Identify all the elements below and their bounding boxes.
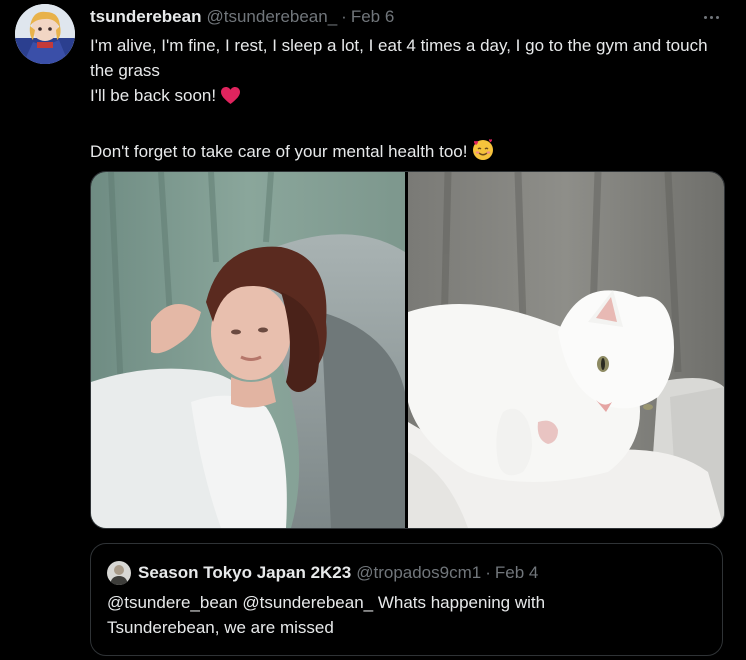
- tweet-text-line: Don't forget to take care of your mental…: [90, 137, 730, 168]
- photo-white-cat-on-blanket[interactable]: [408, 172, 724, 528]
- quoted-tweet-card[interactable]: Season Tokyo Japan 2K23 @tropados9cm1 · …: [90, 543, 723, 656]
- tweet-text-span: I'll be back soon!: [90, 86, 217, 105]
- photo-cat-image: [408, 172, 724, 528]
- tweet-text-line: I'm alive, I'm fine, I rest, I sleep a l…: [90, 36, 708, 80]
- tweet[interactable]: tsunderebean @tsunderebean_ · Feb 6 I'm …: [0, 0, 746, 660]
- quoted-author-avatar: [107, 561, 131, 585]
- quoted-author-display-name: Season Tokyo Japan 2K23: [138, 563, 352, 582]
- tweet-text: I'm alive, I'm fine, I rest, I sleep a l…: [90, 33, 730, 168]
- tweet-text-line: I'll be back soon!: [90, 83, 730, 112]
- more-options-button[interactable]: [696, 6, 726, 28]
- photo-woman-image: [91, 172, 405, 528]
- header-separator: ·: [341, 7, 347, 26]
- more-horizontal-icon: [702, 15, 720, 19]
- author-avatar-image: [15, 4, 75, 64]
- tweet-header: tsunderebean @tsunderebean_ · Feb 6: [90, 6, 394, 28]
- author-display-name[interactable]: tsunderebean: [90, 7, 201, 27]
- photo-woman-lying-on-couch[interactable]: [91, 172, 405, 528]
- quoted-author-handle: @tropados9cm1: [356, 563, 482, 582]
- quoted-tweet-header: Season Tokyo Japan 2K23 @tropados9cm1 · …: [107, 561, 539, 585]
- media-grid: [90, 171, 725, 529]
- smiling-face-with-hearts-icon: [471, 137, 495, 168]
- quoted-tweet-date: Feb 4: [494, 563, 539, 582]
- tweet-text-span: Don't forget to take care of your mental…: [90, 142, 468, 161]
- quoted-tweet-text: @tsundere_bean @tsunderebean_ Whats happ…: [107, 590, 667, 640]
- quoted-tweet-text-line: Tsunderebean, we are missed: [107, 618, 334, 637]
- quoted-tweet-text-line: @tsundere_bean @tsunderebean_ Whats happ…: [107, 593, 546, 612]
- author-avatar[interactable]: [15, 4, 75, 64]
- author-handle[interactable]: @tsunderebean_: [206, 7, 337, 27]
- quoted-header-separator: ·: [485, 563, 491, 582]
- tweet-date[interactable]: Feb 6: [351, 7, 394, 27]
- quoted-author-avatar-image: [107, 561, 131, 585]
- red-heart-icon: [220, 86, 241, 112]
